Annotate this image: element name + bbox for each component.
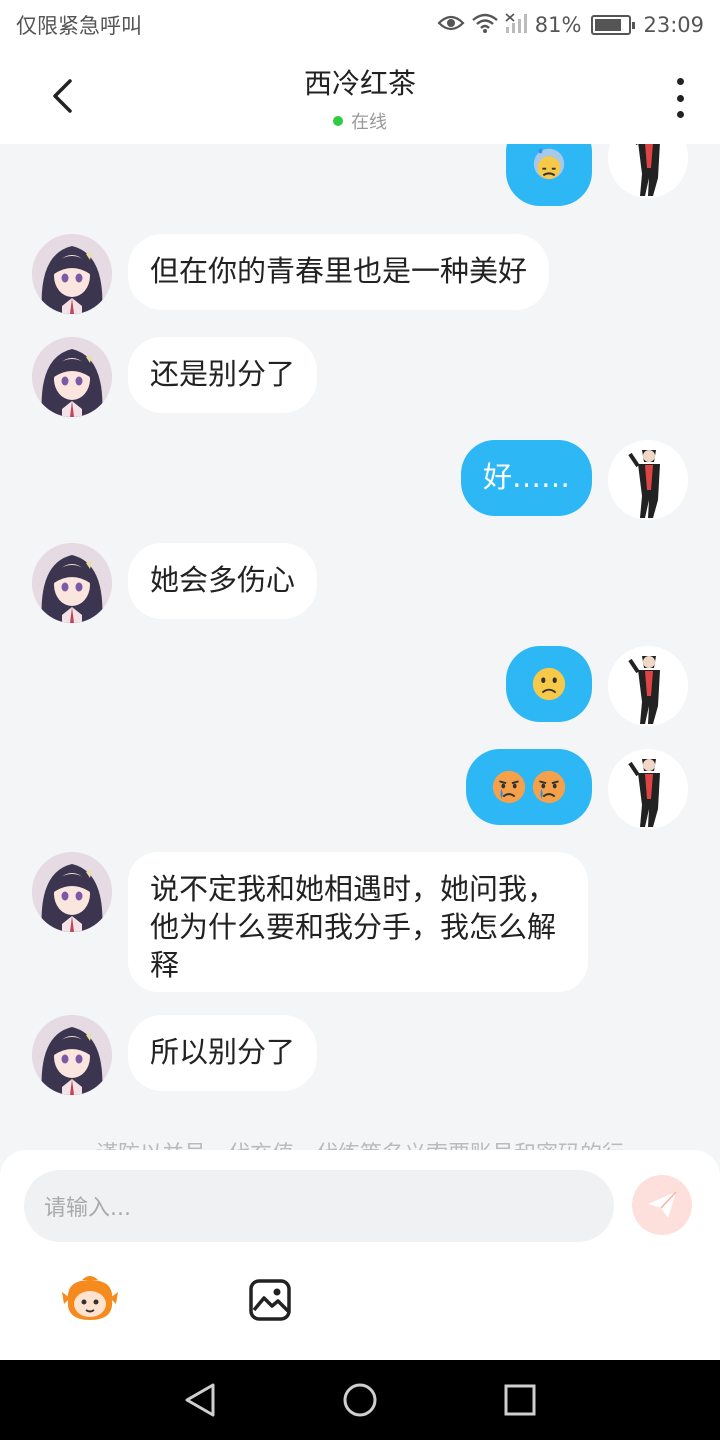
contact-name: 西冷红茶 <box>303 67 416 100</box>
system-nav-bar <box>0 1360 720 1440</box>
contact-avatar[interactable] <box>32 234 112 314</box>
message-row <box>0 646 720 726</box>
battery-percent: 81% <box>534 13 582 37</box>
message-bubble-outgoing[interactable] <box>506 646 592 722</box>
eye-icon <box>437 13 465 37</box>
image-icon <box>249 1279 291 1321</box>
contact-avatar[interactable] <box>32 543 112 623</box>
nav-back-button[interactable] <box>176 1376 224 1424</box>
message-row <box>0 144 720 206</box>
more-vertical-icon <box>676 78 684 85</box>
battery-icon <box>591 15 636 35</box>
message-row: 还是别分了 <box>0 337 720 417</box>
status-bar: 仅限紧急呼叫 81% 23:09 <box>0 0 720 50</box>
online-status: 在线 <box>0 108 720 134</box>
slightly-frowning-face-icon <box>532 667 566 701</box>
contact-avatar[interactable] <box>32 1015 112 1095</box>
send-button[interactable] <box>632 1175 692 1235</box>
online-dot-icon <box>333 116 343 126</box>
carrier-text: 仅限紧急呼叫 <box>16 14 142 38</box>
message-bubble-outgoing[interactable] <box>466 749 592 825</box>
input-placeholder: 请输入... <box>44 1196 131 1221</box>
message-list[interactable]: 但在你的青春里也是一种美好 还是别分了 好…… 她会多伤心 说不定我和她相遇时，… <box>0 144 720 1150</box>
safety-notice: 谨防以并号、代充值、代练等名义索要账号和密码的行 <box>0 1136 720 1150</box>
message-row: 好…… <box>0 440 720 520</box>
message-bubble-incoming[interactable]: 还是别分了 <box>128 337 318 413</box>
sticker-button[interactable] <box>60 1270 120 1330</box>
status-icons: 81% 23:09 <box>437 12 704 39</box>
message-row: 说不定我和她相遇时，她问我，他为什么要和我分手，我怎么解释 <box>0 852 720 992</box>
wifi-icon <box>471 12 499 39</box>
home-circle-icon <box>343 1383 377 1417</box>
contact-avatar[interactable] <box>32 337 112 417</box>
message-row <box>0 749 720 829</box>
message-bubble-incoming[interactable]: 说不定我和她相遇时，她问我，他为什么要和我分手，我怎么解释 <box>128 852 588 992</box>
send-icon <box>648 1191 677 1218</box>
message-input[interactable]: 请输入... <box>24 1170 614 1242</box>
crying-face-icon <box>532 770 566 804</box>
my-avatar[interactable] <box>608 646 688 726</box>
nav-home-button[interactable] <box>336 1376 384 1424</box>
contact-avatar[interactable] <box>32 852 112 932</box>
my-avatar[interactable] <box>608 749 688 829</box>
message-bubble-incoming[interactable]: 她会多伤心 <box>128 543 318 619</box>
my-avatar[interactable] <box>608 440 688 520</box>
message-bubble-incoming[interactable]: 所以别分了 <box>128 1015 318 1091</box>
nav-recents-button[interactable] <box>496 1376 544 1424</box>
message-row: 但在你的青春里也是一种美好 <box>0 234 720 314</box>
chat-header: 西冷红茶 在线 <box>0 50 720 144</box>
message-row: 所以别分了 <box>0 1015 720 1095</box>
message-bubble-incoming[interactable]: 但在你的青春里也是一种美好 <box>128 234 550 310</box>
online-label: 在线 <box>351 112 387 133</box>
message-row: 她会多伤心 <box>0 543 720 623</box>
recents-square-icon <box>504 1384 536 1416</box>
image-button[interactable] <box>240 1270 300 1330</box>
sticker-icon <box>62 1276 118 1320</box>
more-options-button[interactable] <box>670 78 690 118</box>
title-block: 西冷红茶 在线 <box>0 62 720 134</box>
composer: 请输入... <box>0 1150 720 1360</box>
signal-icon <box>505 12 529 39</box>
clock: 23:09 <box>643 13 704 37</box>
my-avatar[interactable] <box>608 144 688 198</box>
message-bubble-outgoing[interactable] <box>506 144 592 206</box>
back-triangle-icon <box>185 1383 215 1417</box>
message-bubble-outgoing[interactable]: 好…… <box>460 440 592 516</box>
crying-face-icon <box>492 770 526 804</box>
cold-sweat-face-icon <box>533 148 565 180</box>
